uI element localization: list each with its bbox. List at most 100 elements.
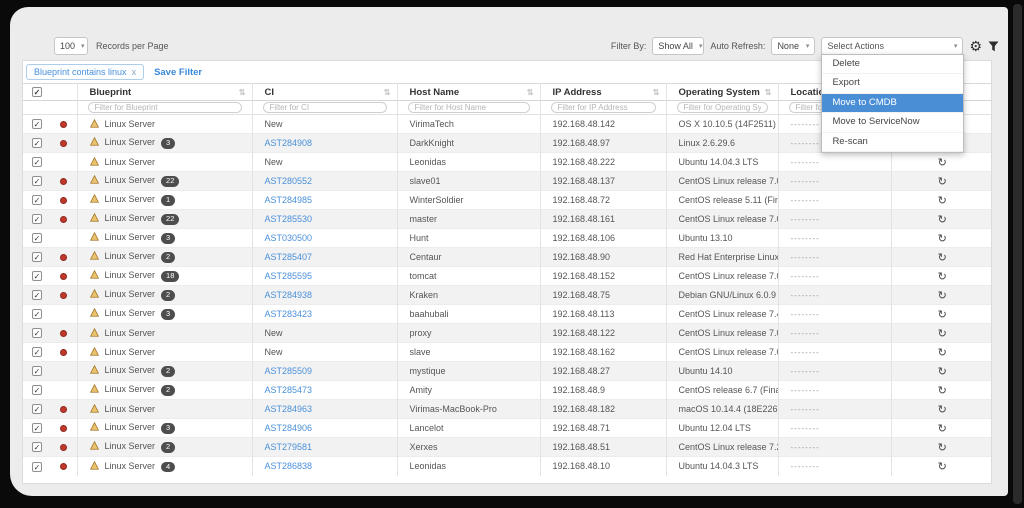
blueprint-icon xyxy=(90,308,99,319)
save-filter-link[interactable]: Save Filter xyxy=(154,67,202,78)
sort-icon[interactable]: ⇅ xyxy=(384,88,391,97)
records-per-page-group: 100 ▾ Records per Page xyxy=(54,37,169,55)
alert-dot-icon xyxy=(60,254,67,261)
action-menu-item[interactable]: Delete xyxy=(822,55,963,74)
auto-refresh-select[interactable]: None ▾ xyxy=(771,37,815,55)
row-checkbox[interactable]: ✓ xyxy=(32,157,42,167)
action-menu-item[interactable]: Move to CMDB xyxy=(822,94,963,113)
ci-link[interactable]: AST284985 xyxy=(265,195,313,205)
row-checkbox[interactable]: ✓ xyxy=(32,347,42,357)
location-value: -------- xyxy=(791,405,820,414)
select-actions-dropdown[interactable]: Select Actions ▾ xyxy=(821,37,963,55)
row-checkbox[interactable]: ✓ xyxy=(32,462,42,472)
row-checkbox[interactable]: ✓ xyxy=(32,404,42,414)
gear-icon[interactable]: ⚙ xyxy=(969,39,982,53)
row-checkbox[interactable]: ✓ xyxy=(32,233,42,243)
rescan-icon[interactable]: ↻ xyxy=(938,214,947,226)
sort-icon[interactable]: ⇅ xyxy=(239,88,246,97)
alert-dot-icon xyxy=(60,463,67,470)
row-checkbox[interactable]: ✓ xyxy=(32,290,42,300)
location-value: -------- xyxy=(791,158,820,167)
chevron-down-icon: ▾ xyxy=(806,43,810,50)
filter-input-blueprint[interactable] xyxy=(88,102,242,113)
rescan-icon[interactable]: ↻ xyxy=(938,423,947,435)
rescan-icon[interactable]: ↻ xyxy=(938,366,947,378)
row-checkbox[interactable]: ✓ xyxy=(32,442,42,452)
rescan-icon[interactable]: ↻ xyxy=(938,271,947,283)
rescan-icon[interactable]: ↻ xyxy=(938,461,947,473)
row-checkbox[interactable]: ✓ xyxy=(32,366,42,376)
ci-link[interactable]: AST284938 xyxy=(265,290,313,300)
row-checkbox[interactable]: ✓ xyxy=(32,309,42,319)
operating-system: Ubuntu 14.10 xyxy=(679,366,733,376)
rescan-icon[interactable]: ↻ xyxy=(938,252,947,264)
row-checkbox[interactable]: ✓ xyxy=(32,385,42,395)
blueprint-label: Linux Server xyxy=(105,157,156,167)
filter-by-label: Filter By: xyxy=(611,41,647,51)
filter-input-host-name[interactable] xyxy=(408,102,530,113)
row-checkbox[interactable]: ✓ xyxy=(32,271,42,281)
ci-link[interactable]: AST284963 xyxy=(265,404,313,414)
rescan-icon[interactable]: ↻ xyxy=(938,404,947,416)
ci-status: New xyxy=(265,157,283,167)
sort-icon[interactable]: ⇅ xyxy=(653,88,660,97)
select-all-checkbox[interactable]: ✓ xyxy=(32,87,42,97)
filter-input-ip-address[interactable] xyxy=(551,102,656,113)
row-checkbox[interactable]: ✓ xyxy=(32,119,42,129)
table-row: ✓Linux Server3AST284906Lancelot192.168.4… xyxy=(23,419,992,438)
ip-address: 192.168.48.152 xyxy=(553,271,616,281)
row-checkbox[interactable]: ✓ xyxy=(32,252,42,262)
rescan-icon[interactable]: ↻ xyxy=(938,176,947,188)
filter-by-value: Show All xyxy=(658,41,693,51)
app-frame: 100 ▾ Records per Page Filter By: Show A… xyxy=(0,0,1024,508)
rescan-icon[interactable]: ↻ xyxy=(938,290,947,302)
sort-icon[interactable]: ⇅ xyxy=(527,88,534,97)
ip-address: 192.168.48.113 xyxy=(553,309,615,319)
rescan-icon[interactable]: ↻ xyxy=(938,347,947,359)
rescan-icon[interactable]: ↻ xyxy=(938,233,947,245)
sort-icon[interactable]: ⇅ xyxy=(765,88,772,97)
ci-link[interactable]: AST030500 xyxy=(265,233,313,243)
rescan-icon[interactable]: ↻ xyxy=(938,157,947,169)
filter-input-ci[interactable] xyxy=(263,102,387,113)
count-badge: 1 xyxy=(161,195,175,205)
rescan-icon[interactable]: ↻ xyxy=(938,309,947,321)
row-checkbox[interactable]: ✓ xyxy=(32,138,42,148)
ci-link[interactable]: AST285595 xyxy=(265,271,313,281)
ci-link[interactable]: AST280552 xyxy=(265,176,313,186)
window-scrollbar[interactable] xyxy=(1013,4,1022,504)
records-per-page-select[interactable]: 100 ▾ xyxy=(54,37,88,55)
table-row: ✓Linux Server22AST280552slave01192.168.4… xyxy=(23,172,992,191)
column-header-operating-system: Operating System xyxy=(679,87,760,98)
rescan-icon[interactable]: ↻ xyxy=(938,195,947,207)
ci-link[interactable]: AST279581 xyxy=(265,442,313,452)
filter-by-select[interactable]: Show All ▾ xyxy=(652,37,704,55)
row-checkbox[interactable]: ✓ xyxy=(32,423,42,433)
location-value: -------- xyxy=(791,367,820,376)
action-menu-item[interactable]: Export xyxy=(822,74,963,93)
row-checkbox[interactable]: ✓ xyxy=(32,214,42,224)
ci-link[interactable]: AST285407 xyxy=(265,252,313,262)
chip-close-icon[interactable]: x xyxy=(132,67,137,77)
rescan-icon[interactable]: ↻ xyxy=(938,328,947,340)
rescan-icon[interactable]: ↻ xyxy=(938,442,947,454)
ci-link[interactable]: AST285509 xyxy=(265,366,313,376)
blueprint-icon xyxy=(90,157,99,168)
ci-link[interactable]: AST283423 xyxy=(265,309,313,319)
action-menu-item[interactable]: Re-scan xyxy=(822,133,963,152)
ci-link[interactable]: AST285473 xyxy=(265,385,313,395)
row-checkbox[interactable]: ✓ xyxy=(32,328,42,338)
filter-chip[interactable]: Blueprint contains linux x xyxy=(26,64,144,80)
ip-address: 192.168.48.51 xyxy=(553,442,611,452)
row-checkbox[interactable]: ✓ xyxy=(32,176,42,186)
ci-link[interactable]: AST284906 xyxy=(265,423,313,433)
alert-dot-icon xyxy=(60,425,67,432)
row-checkbox[interactable]: ✓ xyxy=(32,195,42,205)
ci-link[interactable]: AST285530 xyxy=(265,214,313,224)
action-menu-item[interactable]: Move to ServiceNow xyxy=(822,113,963,132)
filter-input-operating-system[interactable] xyxy=(677,102,768,113)
ci-link[interactable]: AST286838 xyxy=(265,461,313,471)
ci-link[interactable]: AST284908 xyxy=(265,138,313,148)
funnel-icon[interactable] xyxy=(988,41,999,52)
rescan-icon[interactable]: ↻ xyxy=(938,385,947,397)
